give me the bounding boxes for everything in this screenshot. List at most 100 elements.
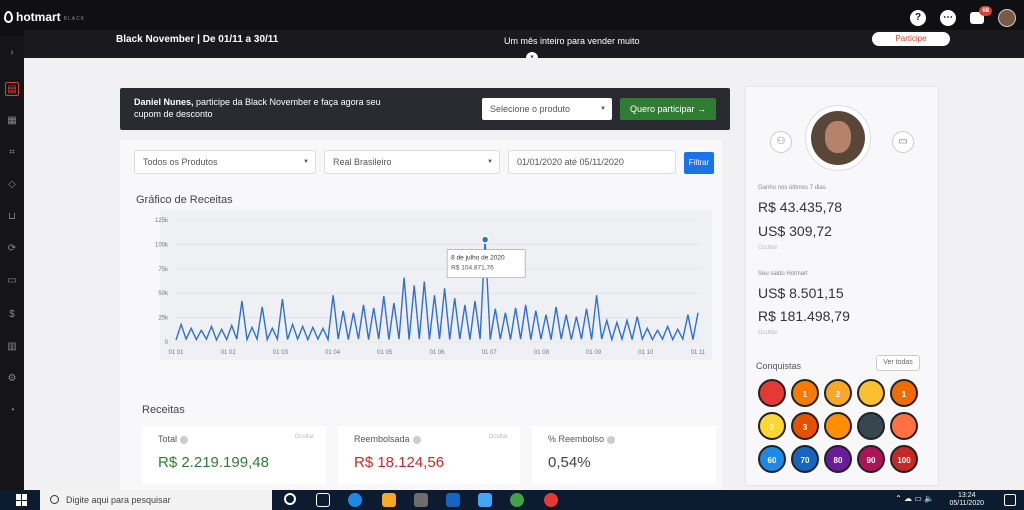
product-icon[interactable]: ◇ bbox=[5, 178, 19, 192]
achievement-badge[interactable]: 3 bbox=[791, 412, 819, 440]
x-tick-label: 01 03 bbox=[273, 350, 289, 356]
grid-icon[interactable]: ▦ bbox=[5, 114, 19, 128]
participe-button[interactable]: Participe bbox=[872, 32, 950, 46]
profile-avatar[interactable] bbox=[805, 105, 871, 171]
refund-label: Reembolsada bbox=[354, 434, 410, 444]
money-icon[interactable]: $ bbox=[5, 308, 19, 322]
profile-panel: ⚇ ▭ Ganho nos últimos 7 dias R$ 43.435,7… bbox=[745, 86, 939, 486]
total-label: Total bbox=[158, 434, 178, 444]
receitas-title: Receitas bbox=[142, 404, 185, 416]
windows-taskbar: Digite aqui para pesquisar ⌃ ☁ ▭ 🔈 13:24… bbox=[0, 490, 1024, 510]
achievements-title: Conquistas bbox=[756, 361, 802, 371]
hide-total-link[interactable]: Ocultar bbox=[295, 434, 314, 440]
user-settings-icon[interactable]: ⚇ bbox=[770, 131, 792, 153]
achievement-badge[interactable]: 1 bbox=[890, 379, 918, 407]
help-icon[interactable]: ? bbox=[910, 10, 926, 26]
product-select[interactable]: Selecione o produto ▼ bbox=[482, 98, 612, 120]
user-avatar[interactable] bbox=[998, 9, 1016, 27]
achievement-badge[interactable]: 1 bbox=[791, 379, 819, 407]
balance-usd: US$ 8.501,15 bbox=[758, 285, 844, 301]
refund-value: R$ 18.124,56 bbox=[354, 454, 445, 471]
taskbar-search-placeholder: Digite aqui para pesquisar bbox=[66, 495, 171, 505]
cart-icon[interactable]: ⊔ bbox=[5, 210, 19, 224]
sidebar: › ▤ ▦ ⌗ ◇ ⊔ ⟳ ▭ $ ▥ ⚙ ◔ bbox=[0, 36, 24, 490]
tooltip-value: R$ 104.871,76 bbox=[451, 265, 494, 272]
achievement-badge[interactable] bbox=[758, 379, 786, 407]
messages-icon[interactable]: ▭ bbox=[892, 131, 914, 153]
achievement-badge[interactable]: 2 bbox=[758, 412, 786, 440]
clock-time: 13:24 bbox=[957, 492, 976, 499]
achievement-badge[interactable] bbox=[857, 379, 885, 407]
task-view-icon[interactable] bbox=[316, 493, 330, 507]
achievement-badge[interactable]: 2 bbox=[824, 379, 852, 407]
dropdown-arrow-icon: ▼ bbox=[600, 106, 606, 112]
tooltip-date: 8 de julho de 2020 bbox=[451, 255, 505, 262]
brand-name: hotmart bbox=[16, 10, 61, 24]
hide-balance-link[interactable]: Ocultar bbox=[758, 330, 777, 336]
filter-button[interactable]: Filtrar bbox=[684, 152, 714, 174]
y-tick-label: 50k bbox=[158, 291, 169, 297]
windows-start-icon[interactable] bbox=[16, 494, 28, 506]
edge-icon[interactable] bbox=[348, 493, 362, 507]
refund-stat: Reembolsada Ocultar R$ 18.124,56 bbox=[338, 426, 520, 484]
x-tick-label: 01 01 bbox=[168, 350, 184, 356]
settings-icon[interactable]: ⚙ bbox=[5, 372, 19, 386]
taskbar-search[interactable]: Digite aqui para pesquisar bbox=[40, 490, 272, 510]
promo-text: Daniel Nunes, participe da Black Novembe… bbox=[134, 96, 394, 120]
apps-icon[interactable]: ⋯ bbox=[940, 10, 956, 26]
cortana-icon[interactable] bbox=[284, 493, 296, 505]
brand-logo[interactable]: hotmart BLACK bbox=[4, 10, 85, 24]
achievement-badge[interactable] bbox=[890, 412, 918, 440]
dashboard-icon[interactable]: ▤ bbox=[5, 82, 19, 96]
clock[interactable]: 13:24 05/11/2020 bbox=[949, 492, 984, 508]
expand-icon[interactable]: › bbox=[5, 46, 19, 60]
achievement-badge[interactable]: 70 bbox=[791, 445, 819, 473]
x-tick-label: 01 10 bbox=[638, 350, 654, 356]
scan-icon[interactable]: ⌗ bbox=[5, 146, 19, 160]
products-filter[interactable]: Todos os Produtos ▼ bbox=[134, 150, 316, 174]
hide-refund-link[interactable]: Ocultar bbox=[489, 434, 508, 440]
brand-tag: BLACK bbox=[63, 15, 86, 22]
file-explorer-icon[interactable] bbox=[382, 493, 396, 507]
achievement-badge[interactable]: 100 bbox=[890, 445, 918, 473]
chat-icon[interactable]: ▭ bbox=[5, 274, 19, 288]
refund-pct-value: 0,54% bbox=[548, 454, 591, 471]
y-tick-label: 100k bbox=[155, 242, 169, 248]
profile-photo bbox=[811, 111, 865, 165]
join-button[interactable]: Quero participar → bbox=[620, 98, 716, 120]
hide-earned-link[interactable]: Ocultar bbox=[758, 245, 777, 251]
y-tick-label: 75k bbox=[158, 267, 169, 273]
achievement-badge[interactable]: 60 bbox=[758, 445, 786, 473]
analytics-icon[interactable]: ◔ bbox=[5, 404, 19, 418]
revenue-chart[interactable]: 025k50k75k100k125k01 01 01 02 01 03 01 04 01… bbox=[120, 210, 722, 380]
notifications-icon[interactable]: 68 bbox=[970, 6, 992, 24]
date-range-input[interactable]: 01/01/2020 até 05/11/2020 bbox=[508, 150, 676, 174]
sync-icon[interactable]: ⟳ bbox=[5, 242, 19, 256]
system-tray-icons[interactable]: ⌃ ☁ ▭ 🔈 bbox=[895, 494, 934, 503]
achievement-badge[interactable] bbox=[857, 412, 885, 440]
info-icon[interactable] bbox=[607, 435, 616, 444]
earned-brl: R$ 43.435,78 bbox=[758, 199, 843, 215]
chrome-icon[interactable] bbox=[510, 493, 524, 507]
chrome-profile-icon[interactable] bbox=[544, 493, 558, 507]
teams-icon[interactable] bbox=[478, 493, 492, 507]
achievement-badge[interactable]: 90 bbox=[857, 445, 885, 473]
currency-filter[interactable]: Real Brasileiro ▼ bbox=[324, 150, 500, 174]
achievement-badge[interactable] bbox=[824, 412, 852, 440]
achievement-badge[interactable]: 80 bbox=[824, 445, 852, 473]
x-tick-label: 01 09 bbox=[586, 350, 602, 356]
flame-icon bbox=[4, 11, 13, 23]
store-icon[interactable] bbox=[414, 493, 428, 507]
balance-brl: R$ 181.498,79 bbox=[758, 308, 850, 324]
info-icon[interactable] bbox=[412, 435, 421, 444]
notification-center-icon[interactable] bbox=[1004, 494, 1016, 506]
mail-icon[interactable] bbox=[446, 493, 460, 507]
see-all-button[interactable]: Ver todas bbox=[876, 355, 920, 371]
y-tick-label: 25k bbox=[158, 316, 169, 322]
reports-icon[interactable]: ▥ bbox=[5, 340, 19, 354]
x-tick-label: 01 11 bbox=[691, 350, 706, 356]
dropdown-arrow-icon: ▼ bbox=[487, 159, 493, 165]
total-stat: Total Ocultar R$ 2.219.199,48 bbox=[142, 426, 326, 484]
info-icon[interactable] bbox=[180, 435, 189, 444]
x-tick-label: 01 07 bbox=[482, 350, 498, 356]
